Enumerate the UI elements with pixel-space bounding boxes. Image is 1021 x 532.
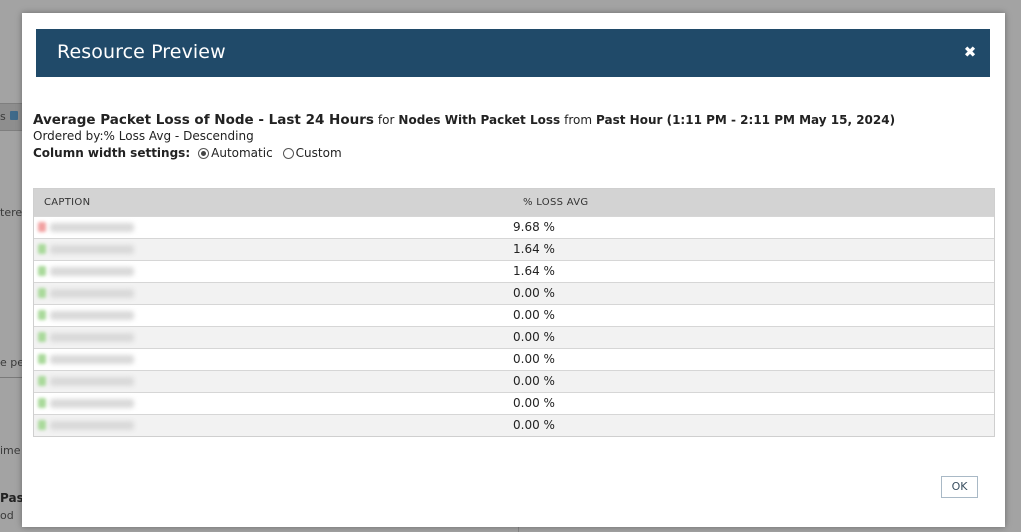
trash-icon: [10, 111, 18, 120]
node-caption-redacted[interactable]: [50, 421, 134, 430]
ordered-by-text: Ordered by:% Loss Avg - Descending: [33, 129, 254, 143]
loss-avg-value: 0.00 %: [513, 330, 555, 344]
loss-avg-value: 0.00 %: [513, 418, 555, 432]
report-title: Average Packet Loss of Node - Last 24 Ho…: [33, 112, 895, 128]
background-text-fragment: Pas: [0, 491, 24, 505]
node-caption-redacted[interactable]: [50, 245, 134, 254]
node-caption-redacted[interactable]: [50, 289, 134, 298]
table-row[interactable]: 0.00 %: [34, 282, 994, 304]
dialog-title: Resource Preview: [57, 41, 226, 63]
column-width-settings: Column width settings: Automatic Custom: [33, 146, 352, 160]
node-caption-redacted[interactable]: [50, 223, 134, 232]
background-text-fragment: e pe: [0, 356, 25, 369]
loss-avg-value: 0.00 %: [513, 308, 555, 322]
dialog-header: Resource Preview ✖: [36, 29, 990, 77]
custom-radio[interactable]: [282, 147, 294, 159]
background-text-fragment: s: [0, 110, 6, 123]
node-caption-redacted[interactable]: [50, 311, 134, 320]
table-row[interactable]: 0.00 %: [34, 348, 994, 370]
automatic-radio[interactable]: [198, 147, 210, 159]
node-caption-redacted[interactable]: [50, 399, 134, 408]
report-resource: Nodes With Packet Loss: [398, 113, 561, 127]
node-status-icon: [38, 398, 46, 408]
resource-preview-dialog: Resource Preview ✖ Average Packet Loss o…: [22, 13, 1005, 527]
automatic-radio-label[interactable]: Automatic: [211, 146, 273, 160]
node-status-icon: [38, 354, 46, 364]
table-row[interactable]: 0.00 %: [34, 370, 994, 392]
close-icon[interactable]: ✖: [962, 43, 978, 61]
report-timeframe: Past Hour (1:11 PM - 2:11 PM May 15, 202…: [596, 113, 896, 127]
loss-avg-value: 1.64 %: [513, 242, 555, 256]
report-from-word: from: [564, 113, 593, 127]
column-header-caption[interactable]: CAPTION: [44, 197, 90, 208]
loss-avg-value: 1.64 %: [513, 264, 555, 278]
background-divider: [0, 377, 22, 378]
node-caption-redacted[interactable]: [50, 333, 134, 342]
table-header: CAPTION % LOSS AVG: [34, 189, 994, 216]
node-status-icon: [38, 288, 46, 298]
table-row[interactable]: 0.00 %: [34, 392, 994, 414]
loss-avg-value: 0.00 %: [513, 286, 555, 300]
report-for-word: for: [377, 113, 395, 127]
node-status-icon: [38, 244, 46, 254]
node-caption-redacted[interactable]: [50, 355, 134, 364]
node-status-icon: [38, 420, 46, 430]
custom-radio-label[interactable]: Custom: [296, 146, 342, 160]
column-width-label: Column width settings:: [33, 146, 191, 160]
table-row[interactable]: 9.68 %: [34, 216, 994, 238]
ok-button[interactable]: OK: [941, 476, 978, 498]
table-row[interactable]: 1.64 %: [34, 260, 994, 282]
loss-avg-value: 9.68 %: [513, 220, 555, 234]
node-status-icon: [38, 310, 46, 320]
node-caption-redacted[interactable]: [50, 377, 134, 386]
background-divider: [518, 527, 519, 532]
node-caption-redacted[interactable]: [50, 267, 134, 276]
table-row[interactable]: 0.00 %: [34, 326, 994, 348]
report-title-main: Average Packet Loss of Node - Last 24 Ho…: [33, 112, 374, 128]
table-row[interactable]: 0.00 %: [34, 304, 994, 326]
loss-avg-value: 0.00 %: [513, 352, 555, 366]
packet-loss-table: CAPTION % LOSS AVG 9.68 % 1.64 % 1.64 % 0.0…: [33, 188, 995, 437]
node-status-icon: [38, 222, 46, 232]
background-text-fragment: ime: [0, 444, 21, 457]
node-status-icon: [38, 266, 46, 276]
column-header-loss-avg[interactable]: % LOSS AVG: [523, 197, 588, 208]
background-text-fragment: od: [0, 509, 14, 522]
table-row[interactable]: 1.64 %: [34, 238, 994, 260]
loss-avg-value: 0.00 %: [513, 374, 555, 388]
table-row[interactable]: 0.00 %: [34, 414, 994, 436]
node-status-icon: [38, 376, 46, 386]
background-text-fragment: tere: [0, 206, 23, 219]
loss-avg-value: 0.00 %: [513, 396, 555, 410]
node-status-icon: [38, 332, 46, 342]
